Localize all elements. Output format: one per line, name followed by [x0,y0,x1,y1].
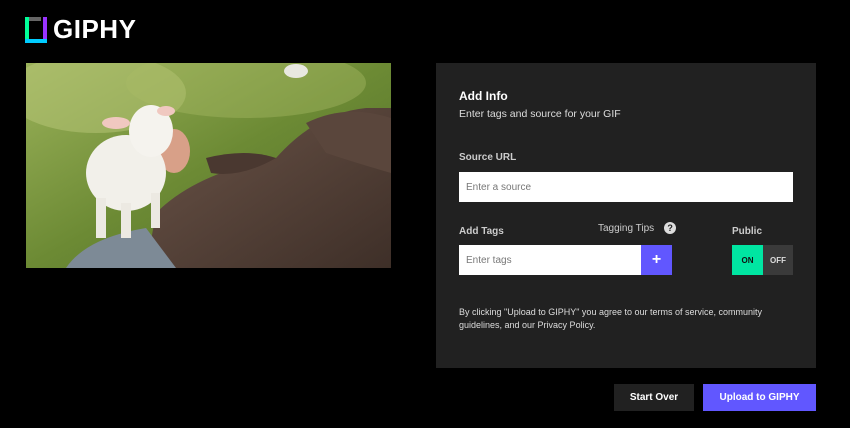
tagging-tips-label: Tagging Tips [598,222,655,234]
giphy-logo[interactable]: GIPHY [25,14,136,45]
add-tags-label: Add Tags [459,226,504,237]
panel-title: Add Info [459,89,508,103]
giphy-logo-icon [25,16,47,43]
logo-text: GIPHY [53,14,137,44]
toggle-off-option[interactable]: OFF [763,245,793,275]
tagging-tips[interactable]: Tagging Tips ? [598,222,677,234]
add-info-panel: Add Info Enter tags and source for your … [436,63,816,368]
source-url-label: Source URL [459,152,517,163]
panel-subtitle: Enter tags and source for your GIF [459,108,621,120]
terms-agreement: By clicking "Upload to GIPHY" you agree … [459,307,763,330]
public-label: Public [732,226,763,237]
gif-preview [26,63,391,268]
add-tag-button[interactable]: + [641,245,672,275]
upload-button[interactable]: Upload to GIPHY [703,384,816,411]
tags-input[interactable] [459,245,641,275]
toggle-on-option[interactable]: ON [732,245,763,275]
start-over-button[interactable]: Start Over [614,384,694,411]
help-icon[interactable]: ? [664,222,677,234]
source-url-input[interactable] [459,172,793,202]
public-toggle[interactable]: ON OFF [732,245,793,275]
